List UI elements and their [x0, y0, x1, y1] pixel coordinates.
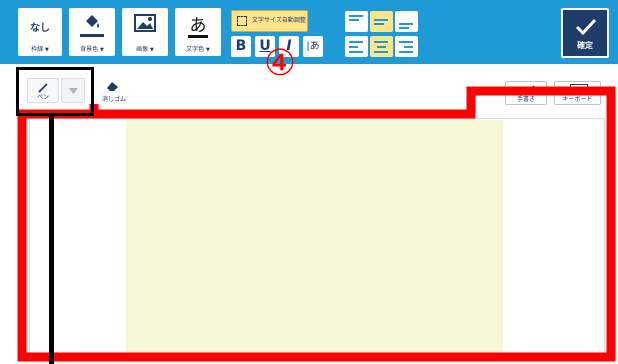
- image-icon: [134, 14, 156, 32]
- handwriting-label: 手書き: [516, 96, 535, 103]
- bold-button[interactable]: B: [231, 36, 251, 57]
- vertical-text-button[interactable]: |あ: [303, 36, 323, 57]
- align-middle-button[interactable]: [370, 11, 393, 32]
- handwriting-button[interactable]: 手書き: [505, 81, 547, 105]
- align-center-button[interactable]: [370, 36, 393, 57]
- image-label: 画像: [136, 46, 149, 53]
- auto-fit-label: 文字サイズ自動調整: [252, 17, 306, 24]
- frame-button[interactable]: なし 枠線 ▼: [18, 8, 62, 56]
- caret-down-icon: ▼: [45, 47, 49, 53]
- keyboard-label: キーボード: [562, 96, 593, 103]
- eraser-button[interactable]: 消しゴム: [96, 79, 132, 104]
- caret-down-icon: ▼: [206, 47, 210, 53]
- align-left-button[interactable]: [345, 36, 368, 57]
- text-color-swatch: [188, 35, 208, 38]
- eraser-icon: [107, 82, 118, 91]
- keyboard-button[interactable]: キーボード: [554, 81, 601, 105]
- input-mode-label: 手入力: [479, 87, 500, 95]
- text-color-label: 文字色: [186, 46, 205, 53]
- background-color-button[interactable]: 背景色 ▼: [69, 8, 115, 56]
- annotation-number: ④: [263, 43, 297, 84]
- caret-down-icon: ▼: [150, 47, 154, 53]
- caret-down-icon: ▼: [100, 47, 104, 53]
- annotation-pointer-line: [49, 114, 54, 364]
- text-area[interactable]: [126, 120, 503, 355]
- align-bottom-button[interactable]: [395, 11, 418, 32]
- confirm-button[interactable]: 確定: [561, 8, 609, 58]
- background-color-swatch: [80, 34, 104, 37]
- annotation-pen-highlight: [16, 67, 94, 116]
- checkmark-icon: [575, 18, 597, 36]
- text-color-button[interactable]: あ 文字色 ▼: [175, 8, 221, 56]
- paint-bucket-icon: [86, 15, 99, 28]
- text-color-glyph: あ: [189, 16, 207, 36]
- toolbar: なし 枠線 ▼ 背景色 ▼ 画像 ▼ あ 文字色 ▼ 文字サイズ自動調整 B U…: [0, 0, 618, 64]
- confirm-label: 確定: [577, 41, 593, 50]
- frame-value: なし: [30, 23, 50, 34]
- resize-icon: [237, 16, 247, 26]
- image-button[interactable]: 画像 ▼: [122, 8, 168, 56]
- background-color-label: 背景色: [80, 46, 99, 53]
- frame-label: 枠線: [31, 46, 44, 53]
- align-top-button[interactable]: [345, 11, 368, 32]
- auto-fit-button[interactable]: 文字サイズ自動調整: [231, 10, 308, 32]
- eraser-label: 消しゴム: [101, 96, 126, 103]
- align-right-button[interactable]: [395, 36, 418, 57]
